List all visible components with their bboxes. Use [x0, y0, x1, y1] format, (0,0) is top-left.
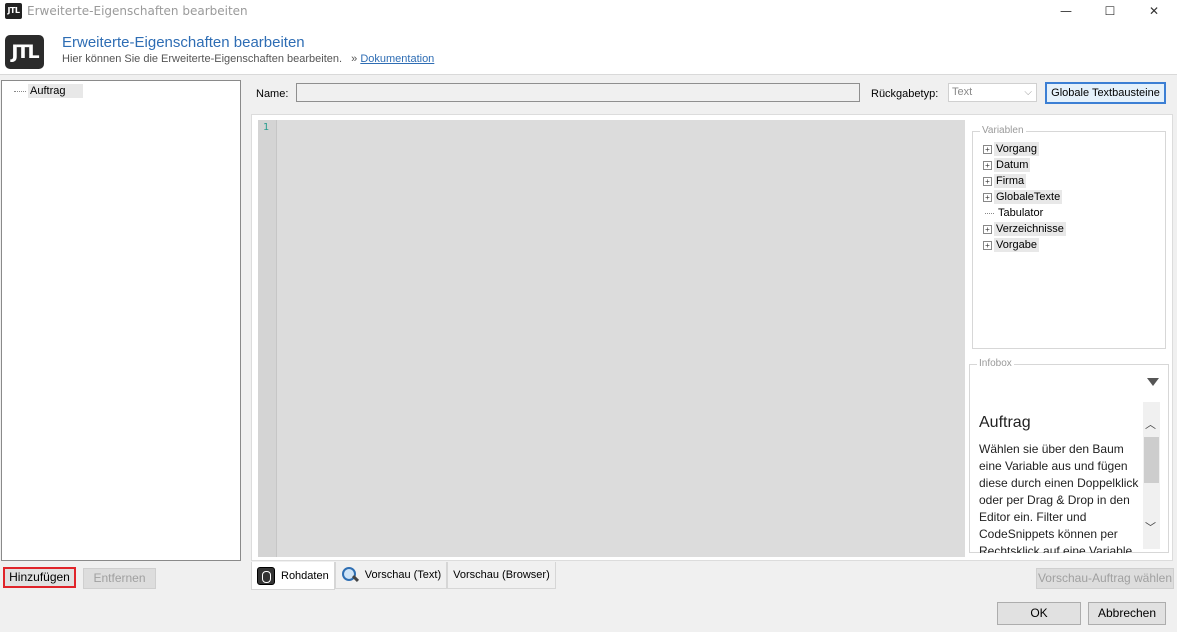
variable-label: Tabulator: [998, 207, 1044, 219]
dialog-header: JTL Erweiterte-Eigenschaften bearbeiten …: [0, 23, 1177, 75]
variable-label: GlobaleTexte: [994, 190, 1063, 204]
close-button[interactable]: ✕: [1131, 0, 1177, 23]
variable-label: Verzeichnisse: [994, 222, 1066, 236]
documentation-link[interactable]: Dokumentation: [360, 53, 434, 65]
maximize-button[interactable]: ☐: [1087, 0, 1133, 23]
title-bar: JTL Erweiterte-Eigenschaften bearbeiten …: [0, 0, 1177, 23]
cancel-button[interactable]: Abbrechen: [1088, 602, 1166, 625]
infobox-panel: Infobox Auftrag Wählen sie über den Baum…: [969, 358, 1169, 553]
infobox-legend: Infobox: [977, 358, 1014, 370]
return-type-select[interactable]: Text ⌵: [948, 83, 1037, 102]
add-button[interactable]: Hinzufügen: [3, 567, 76, 588]
variables-legend: Variablen: [980, 125, 1026, 137]
tree-connector: [14, 90, 26, 92]
tab-label: Vorschau (Browser): [453, 569, 550, 581]
jtl-logo: JTL: [5, 35, 44, 69]
page-subtitle: Hier können Sie die Erweiterte-Eigenscha…: [62, 53, 434, 65]
chevron-down-icon: ⌵: [1024, 87, 1032, 98]
line-number: 1: [263, 122, 270, 133]
variable-item[interactable]: + Firma: [983, 174, 1027, 188]
infobox-text: Wählen sie über den Baum eine Variable a…: [979, 442, 1139, 553]
window-title: Erweiterte-Eigenschaften bearbeiten: [27, 4, 248, 18]
ok-button[interactable]: OK: [997, 602, 1081, 625]
page-title: Erweiterte-Eigenschaften bearbeiten: [62, 34, 305, 51]
minimize-button[interactable]: —: [1043, 0, 1089, 23]
tree-item-auftrag[interactable]: Auftrag: [14, 84, 84, 98]
expand-icon[interactable]: +: [983, 192, 992, 202]
global-text-blocks-button[interactable]: Globale Textbausteine: [1045, 82, 1166, 104]
tab-label: Rohdaten: [281, 569, 329, 582]
tab-preview-browser[interactable]: Vorschau (Browser): [447, 562, 556, 589]
name-field[interactable]: [296, 83, 860, 102]
variable-item[interactable]: Tabulator: [983, 206, 1045, 220]
chevron-down-icon[interactable]: ﹀: [1145, 519, 1156, 535]
variable-label: Vorgabe: [994, 238, 1039, 252]
return-type-value: Text: [952, 86, 973, 98]
dropdown-arrow-icon[interactable]: [1147, 378, 1159, 386]
remove-button[interactable]: Entfernen: [83, 568, 156, 589]
variable-item[interactable]: + GlobaleTexte: [983, 190, 1063, 204]
tree-item-label: Auftrag: [28, 84, 84, 98]
magnifier-icon: [341, 566, 359, 584]
link-arrow: »: [351, 53, 358, 65]
expand-icon[interactable]: +: [983, 240, 992, 250]
variable-label: Datum: [994, 158, 1031, 172]
return-type-label: Rückgabetyp:: [871, 88, 939, 100]
expand-icon[interactable]: +: [983, 160, 992, 170]
variable-label: Vorgang: [994, 142, 1039, 156]
choose-preview-order-button[interactable]: Vorschau-Auftrag wählen: [1036, 568, 1174, 589]
subtitle-text: Hier können Sie die Erweiterte-Eigenscha…: [62, 53, 343, 65]
variable-label: Firma: [994, 174, 1027, 188]
raw-data-icon: [257, 566, 275, 585]
code-editor[interactable]: 1: [258, 120, 965, 557]
tab-raw-data[interactable]: Rohdaten: [251, 562, 335, 590]
editor-tabs: Rohdaten Vorschau (Text) Vorschau (Brows…: [251, 562, 556, 590]
tab-preview-text[interactable]: Vorschau (Text): [334, 562, 448, 589]
expand-icon[interactable]: +: [983, 144, 992, 154]
tree-connector: [985, 212, 994, 214]
scrollbar-thumb[interactable]: [1144, 437, 1159, 483]
app-icon: JTL: [5, 3, 22, 19]
line-number-gutter: 1: [258, 120, 277, 557]
variable-item[interactable]: + Vorgang: [983, 142, 1039, 156]
variable-item[interactable]: + Datum: [983, 158, 1031, 172]
chevron-up-icon[interactable]: ︿: [1145, 416, 1156, 432]
infobox-scrollbar[interactable]: ︿ ﹀: [1143, 402, 1160, 549]
name-label: Name:: [256, 88, 289, 100]
expand-icon[interactable]: +: [983, 224, 992, 234]
variable-item[interactable]: + Verzeichnisse: [983, 222, 1066, 236]
variable-item[interactable]: + Vorgabe: [983, 238, 1039, 252]
tab-label: Vorschau (Text): [364, 569, 442, 581]
infobox-title: Auftrag: [979, 414, 1031, 431]
variables-panel: Variablen + Vorgang + Datum + Firma + Gl…: [972, 125, 1166, 349]
expand-icon[interactable]: +: [983, 176, 992, 186]
property-tree[interactable]: Auftrag: [1, 80, 241, 561]
